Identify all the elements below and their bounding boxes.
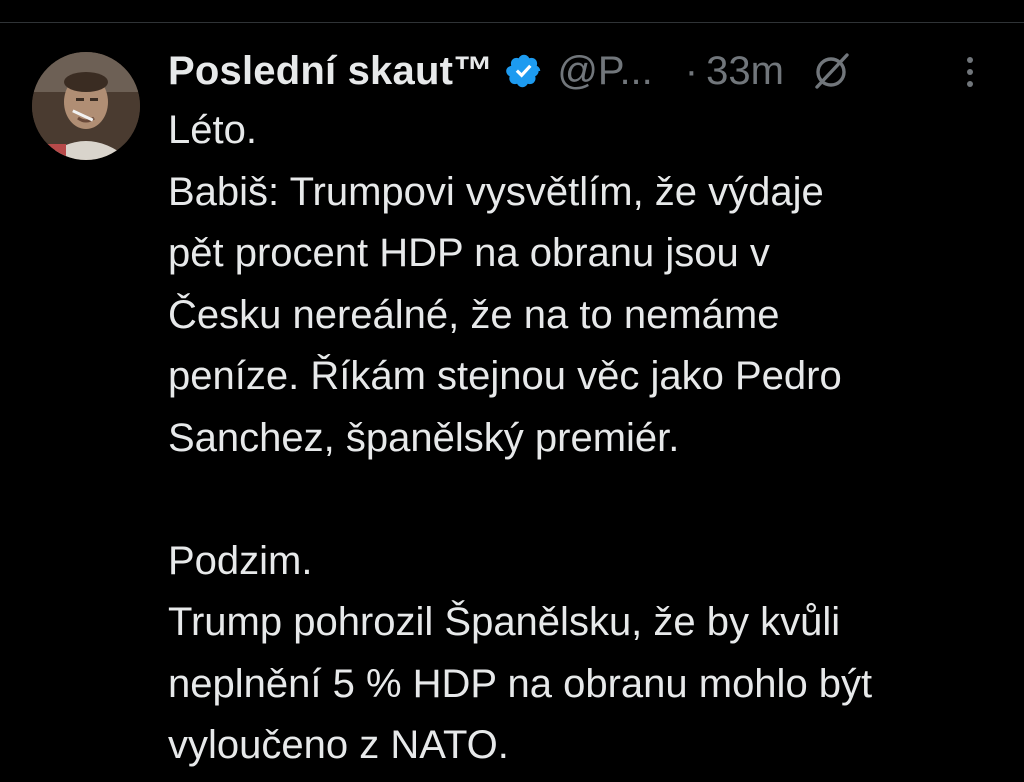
paragraph-break (168, 469, 998, 531)
tweet-line: Sanchez, španělský premiér. (168, 415, 680, 460)
author-name[interactable]: Poslední skaut™ (168, 49, 493, 94)
avatar[interactable] (32, 52, 140, 160)
tweet-line: peníze. Říkám stejnou věc jako Pedro (168, 354, 842, 398)
tweet-header: Poslední skaut™ @P... · 33m (168, 40, 998, 102)
timestamp[interactable]: 33m (706, 49, 784, 94)
tweet-line: pět procent HDP na obranu jsou v (168, 231, 770, 275)
tweet-line: Léto. (168, 108, 257, 152)
tweet-line: Česku nereálné, že na to nemáme (168, 292, 780, 337)
grok-icon[interactable] (810, 49, 854, 93)
tweet-line: Trump pohrozil Španělsku, že by kvůli (168, 600, 841, 644)
author-handle[interactable]: @P... (557, 49, 652, 94)
top-divider (0, 22, 1024, 23)
verified-badge-icon[interactable] (505, 52, 543, 90)
tweet-line: vyloučeno z NATO. (168, 723, 509, 767)
tweet-line: Podzim. (168, 538, 313, 583)
tweet-line: neplnění 5 % HDP na obranu mohlo být (168, 661, 873, 706)
tweet-line: Babiš: Trumpovi vysvětlím, že výdaje (168, 169, 824, 214)
tweet-text: Léto. Babiš: Trumpovi vysvětlím, že výda… (168, 100, 998, 777)
more-options-icon[interactable] (958, 52, 982, 92)
avatar-photo (32, 52, 140, 160)
meta-separator: · (684, 48, 699, 93)
